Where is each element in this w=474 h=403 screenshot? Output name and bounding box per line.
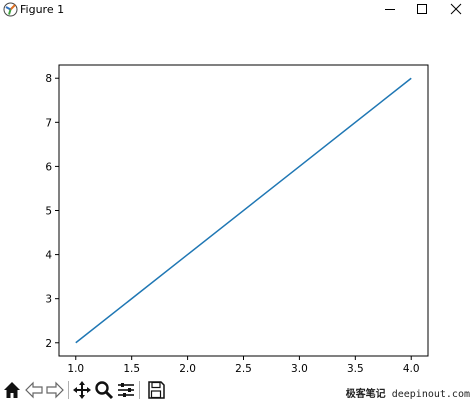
arrow-right-icon [46,381,64,399]
window-titlebar: Figure 1 [0,0,474,20]
watermark: 极客笔记 deepinout.com [346,385,470,400]
x-tick-label: 4.0 [403,363,420,375]
y-tick-label: 8 [45,73,52,85]
pan-button[interactable] [72,380,92,400]
minimize-button[interactable] [374,0,406,20]
y-tick-label: 5 [45,206,52,218]
subplots-button[interactable] [116,380,136,400]
x-tick-label: 2.5 [235,363,252,375]
close-button[interactable] [440,0,472,20]
matplotlib-logo-icon [3,2,18,17]
y-tick-label: 6 [45,161,52,173]
maximize-icon [417,4,427,14]
zoom-button[interactable] [94,380,114,400]
x-tick-label: 3.5 [347,363,364,375]
home-icon [4,382,20,398]
home-button[interactable] [2,380,22,400]
y-tick-label: 7 [45,117,52,129]
minimize-icon [385,9,395,10]
watermark-cn: 极客笔记 [345,389,386,400]
x-tick-label: 2.0 [179,363,196,375]
forward-button[interactable] [45,380,65,400]
sliders-icon [118,383,134,397]
y-axis-ticks: 2 3 4 5 6 7 8 [45,73,59,350]
y-tick-label: 4 [45,250,52,262]
toolbar-separator [139,381,140,399]
move-icon [73,381,91,399]
figure-canvas[interactable]: 1.0 1.5 2.0 2.5 3.0 3.5 4.0 2 3 4 5 6 7 8 [0,20,474,375]
toolbar-separator [68,381,69,399]
line-plot: 1.0 1.5 2.0 2.5 3.0 3.5 4.0 2 3 4 5 6 7 8 [45,64,429,375]
x-tick-label: 3.0 [291,363,308,375]
x-tick-label: 1.5 [123,363,140,375]
watermark-site: deepinout.com [391,389,470,400]
window-title: Figure 1 [20,3,65,16]
magnifier-icon [95,381,114,400]
maximize-button[interactable] [406,0,438,20]
y-tick-label: 2 [45,338,52,350]
x-tick-label: 1.0 [67,363,84,375]
back-button[interactable] [24,380,44,400]
floppy-disk-icon [148,381,165,399]
x-axis-ticks: 1.0 1.5 2.0 2.5 3.0 3.5 4.0 [67,356,420,375]
y-tick-label: 3 [45,294,52,306]
save-button[interactable] [146,380,166,400]
close-icon [450,3,462,15]
arrow-left-icon [25,381,43,399]
